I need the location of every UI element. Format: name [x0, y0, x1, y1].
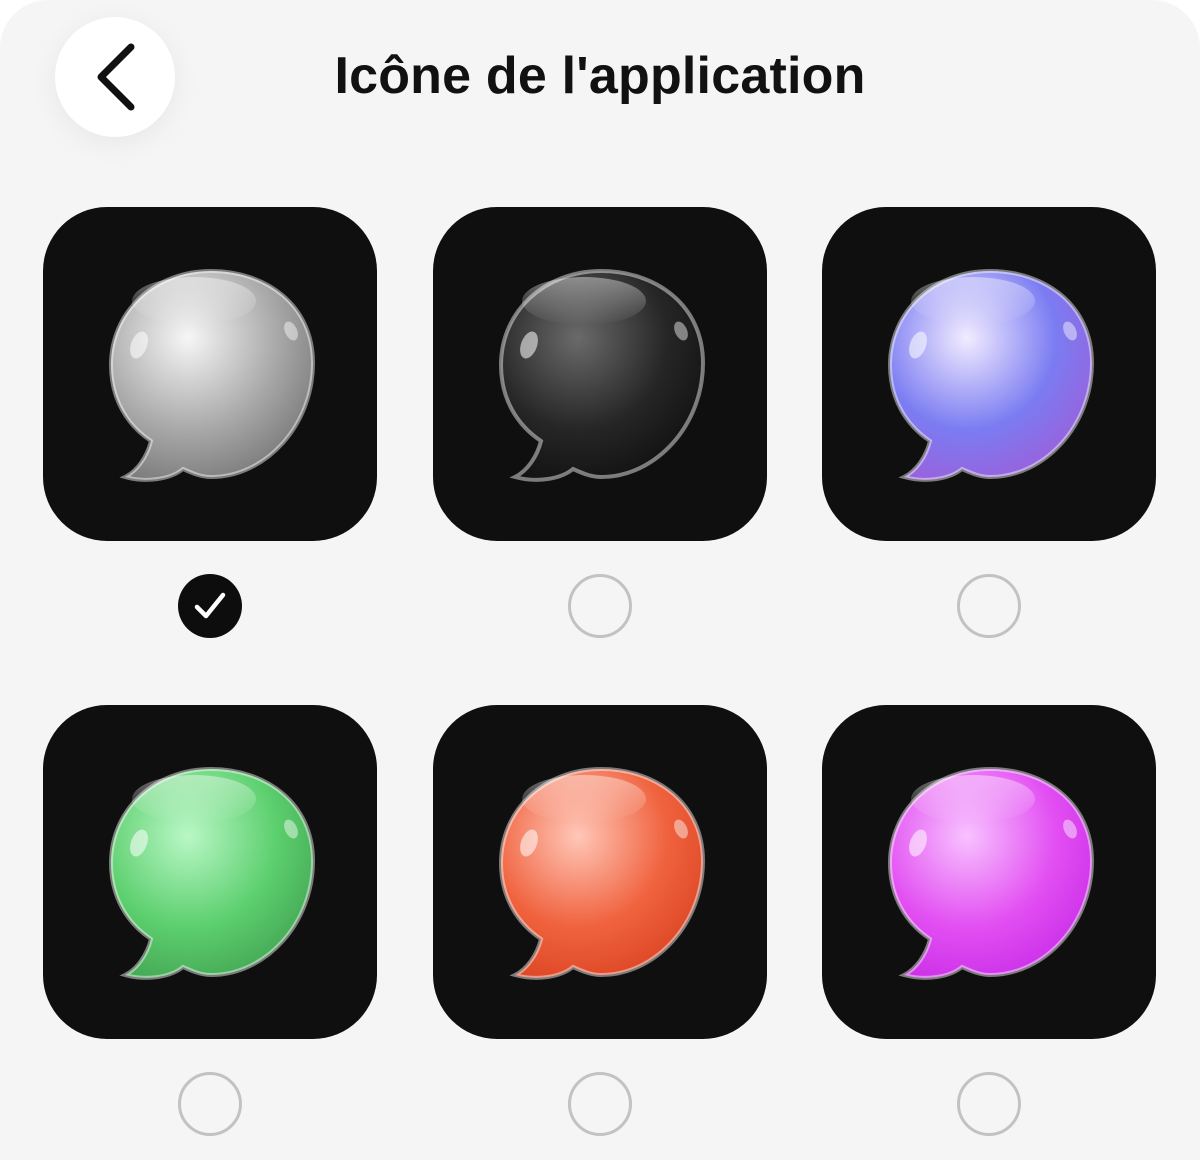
- speech-bubble-icon: [108, 766, 316, 980]
- speech-bubble-icon: [108, 268, 316, 482]
- icon-preview-black: [433, 207, 767, 541]
- icon-option-purple[interactable]: [822, 207, 1156, 667]
- radio-button[interactable]: [568, 574, 632, 638]
- icon-option-green[interactable]: [43, 705, 377, 1160]
- speech-bubble-icon: [498, 268, 706, 482]
- speech-bubble-icon: [887, 268, 1095, 482]
- checkmark-icon: [194, 592, 226, 619]
- icon-preview-red: [433, 705, 767, 1039]
- page-title: Icône de l'application: [334, 47, 866, 105]
- icon-option-red[interactable]: [433, 705, 767, 1160]
- speech-bubble-icon: [498, 766, 706, 980]
- app-icon-settings-screen: Icône de l'application: [0, 0, 1200, 1160]
- icon-preview-magenta: [822, 705, 1156, 1039]
- radio-button[interactable]: [957, 1072, 1021, 1136]
- radio-button[interactable]: [568, 1072, 632, 1136]
- icon-preview-green: [43, 705, 377, 1039]
- radio-button[interactable]: [957, 574, 1021, 638]
- icon-preview-silver: [43, 207, 377, 541]
- radio-button-selected[interactable]: [178, 574, 242, 638]
- icon-option-black[interactable]: [433, 207, 767, 667]
- icon-preview-purple: [822, 207, 1156, 541]
- icon-option-silver[interactable]: [43, 207, 377, 667]
- icon-option-magenta[interactable]: [822, 705, 1156, 1160]
- radio-button[interactable]: [178, 1072, 242, 1136]
- speech-bubble-icon: [887, 766, 1095, 980]
